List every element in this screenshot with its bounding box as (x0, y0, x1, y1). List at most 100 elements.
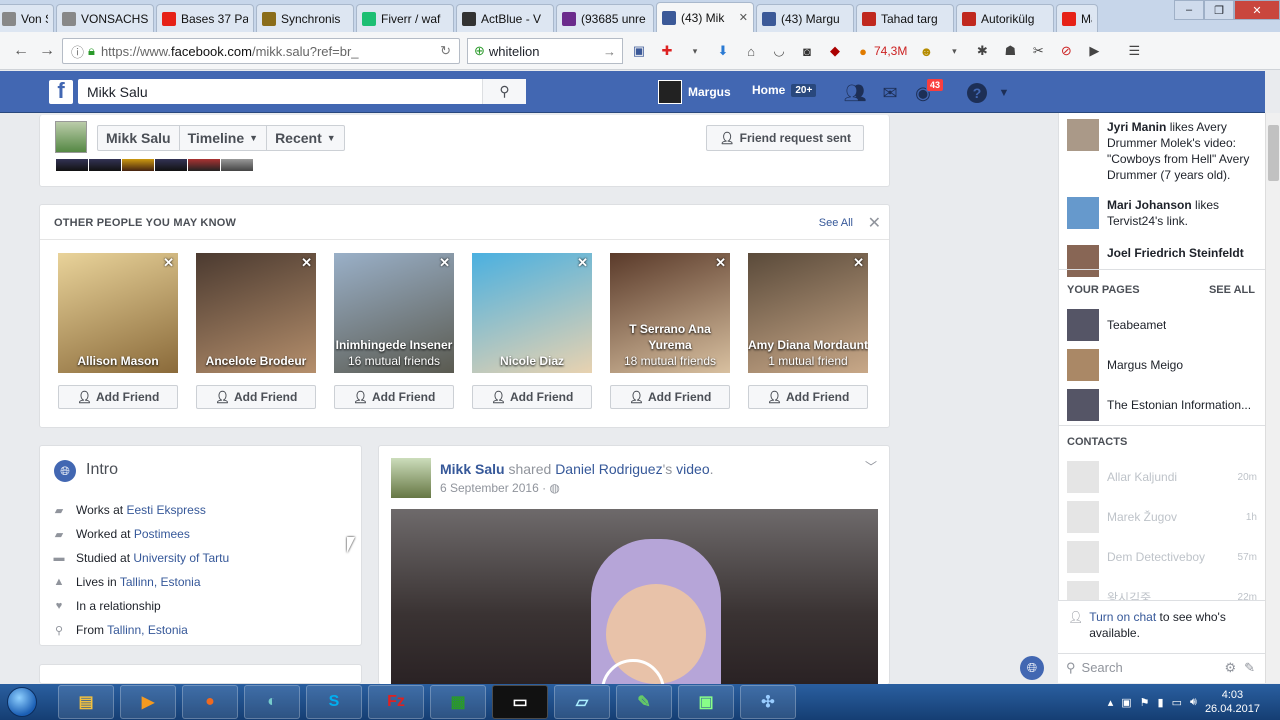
pymk-person-name[interactable]: Amy Diana Mordaunt (748, 338, 868, 352)
masks-icon[interactable]: ☗ (1001, 42, 1019, 60)
close-window-button[interactable]: ✕ (1234, 0, 1280, 20)
tray-arrow-icon[interactable]: ▴ (1108, 696, 1114, 709)
scrollbar-thumb[interactable] (1268, 125, 1279, 181)
counter-icon[interactable]: ● (854, 42, 872, 60)
ticker-name[interactable]: Mari Johanson (1107, 198, 1192, 212)
search-icon[interactable]: ⚲ (482, 79, 526, 104)
chat-search[interactable]: ⚲ Search ⚙ ✎ (1058, 653, 1265, 681)
ticker-name[interactable]: Jyri Manin (1107, 120, 1166, 134)
friend-thumbnail[interactable] (56, 159, 88, 171)
compose-icon[interactable]: ✎ (1244, 660, 1255, 676)
ublock-icon[interactable]: ◆ (826, 42, 844, 60)
pocket-icon[interactable]: ◡ (770, 42, 788, 60)
forward-arrow-icon[interactable]: → (34, 38, 60, 64)
your-pages-see-all[interactable]: SEE ALL (1209, 284, 1255, 296)
browser-tab[interactable]: Bases 37 Pa (156, 4, 254, 32)
reload-icon[interactable]: ↻ (440, 43, 451, 59)
close-icon[interactable]: ✕ (163, 255, 174, 271)
browser-tab[interactable]: VONSACHSEN (56, 4, 154, 32)
terminal-taskbar-icon[interactable]: ▭ (492, 685, 548, 719)
close-icon[interactable]: ✕ (868, 213, 881, 233)
facebook-search-input[interactable] (78, 79, 482, 104)
tray-app-icon[interactable]: ▣ (1121, 696, 1131, 709)
youtube-ext-icon[interactable]: ▶ (1085, 42, 1103, 60)
recent-tab[interactable]: Recent ▼ (267, 126, 344, 150)
dropdown-icon-2[interactable]: ▾ (945, 42, 963, 60)
ticker-story[interactable]: Mari Johanson likes Tervist24's link. (1067, 197, 1257, 229)
browser-tab[interactable]: (43) Margu (756, 4, 854, 32)
search-engine-icon[interactable]: ⊕ (474, 43, 485, 59)
post-object-link[interactable]: video (676, 461, 709, 477)
download-icon[interactable]: ⬇ (714, 42, 732, 60)
browser-tab[interactable]: Fiverr / waf (356, 4, 454, 32)
post-shared-from-link[interactable]: Daniel Rodriguez (555, 461, 662, 477)
close-icon[interactable]: ✕ (853, 255, 864, 271)
browser-tab[interactable]: Synchronis (256, 4, 354, 32)
start-button[interactable] (0, 684, 44, 720)
contact-item[interactable]: Dem Detectiveboy 57m (1067, 541, 1257, 573)
gear-icon[interactable]: ⚙ (1224, 660, 1236, 676)
add-friend-button[interactable]: 👤︎ Add Friend (610, 385, 730, 409)
notifications-icon[interactable]: ◉ 43 (912, 78, 944, 104)
browser-tab[interactable]: ActBlue - V (456, 4, 554, 32)
explorer-taskbar-icon[interactable]: ▤ (58, 685, 114, 719)
pymk-person-photo[interactable]: ✕ T Serrano Ana Yurema 18 mutual friends (610, 253, 730, 373)
friend-request-sent-button[interactable]: 👤︎ Friend request sent (706, 125, 864, 151)
bug-icon[interactable]: ✱ (973, 42, 991, 60)
ticker-story[interactable]: Joel Friedrich Steinfeldt (1067, 245, 1257, 277)
post-author-avatar[interactable] (391, 458, 431, 498)
close-icon[interactable]: ✕ (577, 255, 588, 271)
notes-taskbar-icon[interactable]: ▱ (554, 685, 610, 719)
post-date-link[interactable]: 6 September 2016 (440, 481, 539, 495)
spreadsheet-taskbar-icon[interactable]: ▦ (430, 685, 486, 719)
volume-icon[interactable]: 🔊︎ (1190, 696, 1197, 709)
profile-avatar[interactable] (55, 121, 87, 153)
skype-taskbar-icon[interactable]: S (306, 685, 362, 719)
screenshot-icon[interactable]: ✂ (1029, 42, 1047, 60)
pymk-person-photo[interactable]: ✕ Nicole Diaz (472, 253, 592, 373)
close-icon[interactable]: ✕ (715, 255, 726, 271)
pymk-person-photo[interactable]: ✕ Allison Mason (58, 253, 178, 373)
your-page-item[interactable]: Teabeamet (1067, 309, 1257, 341)
blocker-icon[interactable]: ⊘ (1057, 42, 1075, 60)
media-player-taskbar-icon[interactable]: ▶ (120, 685, 176, 719)
browser-tab[interactable]: Von S (0, 4, 54, 32)
timeline-tab[interactable]: Timeline ▼ (180, 126, 268, 150)
filezilla-taskbar-icon[interactable]: Fz (368, 685, 424, 719)
browser-tab[interactable]: Autorikülg (956, 4, 1054, 32)
restore-button[interactable]: ❐ (1204, 0, 1234, 20)
page-scrollbar[interactable] (1265, 113, 1280, 683)
pymk-person-photo[interactable]: ✕ Ancelote Brodeur (196, 253, 316, 373)
ticker-name[interactable]: Joel Friedrich Steinfeldt (1107, 246, 1244, 260)
pymk-person-name[interactable]: Allison Mason (77, 354, 158, 368)
intro-row-link[interactable]: Eesti Ekspress (126, 503, 205, 517)
your-page-item[interactable]: Margus Meigo (1067, 349, 1257, 381)
friend-requests-icon[interactable]: 👥︎ (844, 82, 867, 104)
profile-link[interactable]: Margus (658, 80, 731, 104)
add-friend-button[interactable]: 👤︎ Add Friend (58, 385, 178, 409)
intro-row-link[interactable]: Tallinn, Estonia (107, 623, 188, 637)
app-taskbar-icon[interactable]: ◐ (244, 685, 300, 719)
pymk-person-name[interactable]: Nicole Diaz (500, 354, 564, 368)
chevron-down-icon[interactable]: ﹀ (865, 458, 877, 475)
minimize-button[interactable]: – (1174, 0, 1204, 20)
pymk-person-name[interactable]: T Serrano Ana Yurema (629, 322, 711, 352)
contact-item[interactable]: Marek Žugov 1h (1067, 501, 1257, 533)
home-link[interactable]: Home 20+ (752, 83, 817, 97)
close-tab-icon[interactable]: ✕ (739, 11, 748, 24)
browser-tab[interactable]: (43) Mik ✕ (656, 2, 754, 32)
help-icon[interactable]: ? (967, 83, 987, 103)
add-friend-button[interactable]: 👤︎ Add Friend (748, 385, 868, 409)
network-taskbar-icon[interactable]: ▣ (678, 685, 734, 719)
battery-icon[interactable]: ▮ (1158, 696, 1164, 709)
friend-thumbnail[interactable] (122, 159, 154, 171)
pymk-person-name[interactable]: Ancelote Brodeur (206, 354, 307, 368)
flag-icon[interactable]: ⚑ (1140, 696, 1150, 709)
intro-row-link[interactable]: Tallinn, Estonia (120, 575, 201, 589)
firstaid-icon[interactable]: ✚ (658, 42, 676, 60)
friend-thumbnail[interactable] (188, 159, 220, 171)
menu-icon[interactable]: ☰ (1125, 42, 1143, 60)
search-go-icon[interactable]: → (603, 44, 616, 59)
ticker-story[interactable]: Jyri Manin likes Avery Drummer Molek's v… (1067, 119, 1257, 183)
dropdown-icon[interactable]: ▾ (686, 42, 704, 60)
